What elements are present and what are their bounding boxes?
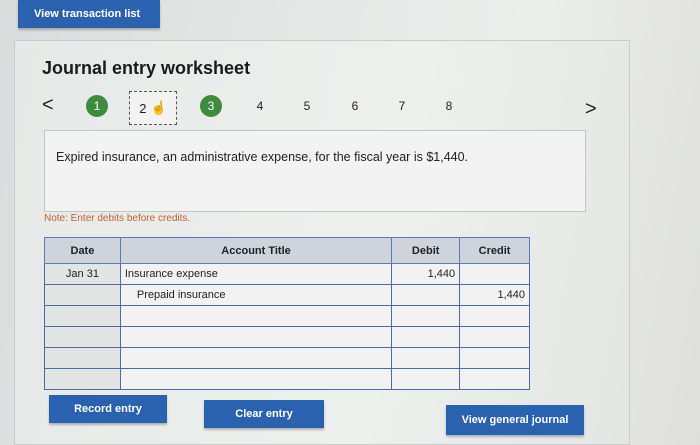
date-cell[interactable]: [44, 284, 121, 306]
table-row: [44, 368, 530, 390]
table-row: [44, 347, 530, 369]
view-general-journal-button[interactable]: View general journal: [446, 405, 584, 435]
chevron-right-icon[interactable]: >: [585, 98, 597, 121]
step-6[interactable]: 6: [344, 95, 366, 117]
date-cell[interactable]: [44, 326, 121, 348]
step-2-label: 2: [139, 100, 147, 116]
table-row: Jan 31 Insurance expense 1,440: [44, 263, 530, 285]
credit-cell[interactable]: [459, 326, 530, 348]
journal-entry-table: Date Account Title Debit Credit Jan 31 I…: [44, 237, 530, 390]
step-5[interactable]: 5: [296, 95, 318, 117]
date-cell[interactable]: [44, 305, 121, 327]
table-header-row: Date Account Title Debit Credit: [44, 237, 530, 264]
date-cell[interactable]: [44, 368, 121, 390]
credit-cell[interactable]: [459, 347, 530, 369]
column-header-credit: Credit: [459, 237, 530, 264]
debit-cell[interactable]: [391, 305, 461, 327]
debit-cell[interactable]: [391, 326, 461, 348]
column-header-debit: Debit: [391, 237, 461, 264]
debit-cell[interactable]: [391, 368, 461, 390]
credit-cell[interactable]: [459, 263, 530, 285]
account-cell[interactable]: Insurance expense: [119, 263, 393, 285]
table-row: [44, 326, 530, 348]
step-1[interactable]: 1: [86, 95, 108, 117]
account-cell[interactable]: [119, 305, 393, 327]
step-2[interactable]: 2 ☝: [129, 91, 177, 125]
clear-entry-button[interactable]: Clear entry: [204, 400, 324, 428]
credit-cell[interactable]: 1,440: [459, 284, 530, 306]
question-text: Expired insurance, an administrative exp…: [56, 150, 469, 164]
page-title: Journal entry worksheet: [42, 58, 251, 78]
account-cell[interactable]: Prepaid insurance: [119, 284, 393, 306]
debit-cell[interactable]: 1,440: [391, 263, 461, 285]
account-cell[interactable]: [119, 368, 393, 390]
question-box: [44, 130, 586, 212]
step-3[interactable]: 3: [200, 95, 222, 117]
account-cell[interactable]: [119, 347, 393, 369]
view-transaction-list-button[interactable]: View transaction list: [18, 0, 160, 28]
step-4[interactable]: 4: [249, 95, 271, 117]
chevron-left-icon[interactable]: <: [42, 94, 54, 117]
debit-cell[interactable]: [391, 284, 461, 306]
hand-cursor-icon: ☝: [150, 100, 167, 115]
credit-cell[interactable]: [459, 305, 530, 327]
account-cell[interactable]: [119, 326, 393, 348]
column-header-account: Account Title: [119, 237, 393, 264]
step-8[interactable]: 8: [438, 95, 460, 117]
record-entry-button[interactable]: Record entry: [49, 395, 167, 423]
step-7[interactable]: 7: [391, 95, 413, 117]
date-cell[interactable]: Jan 31: [44, 263, 121, 285]
debit-cell[interactable]: [391, 347, 461, 369]
column-header-date: Date: [44, 237, 121, 264]
table-row: Prepaid insurance 1,440: [44, 284, 530, 306]
table-row: [44, 305, 530, 327]
date-cell[interactable]: [44, 347, 121, 369]
credit-cell[interactable]: [459, 368, 530, 390]
note-text: Note: Enter debits before credits.: [44, 213, 191, 224]
